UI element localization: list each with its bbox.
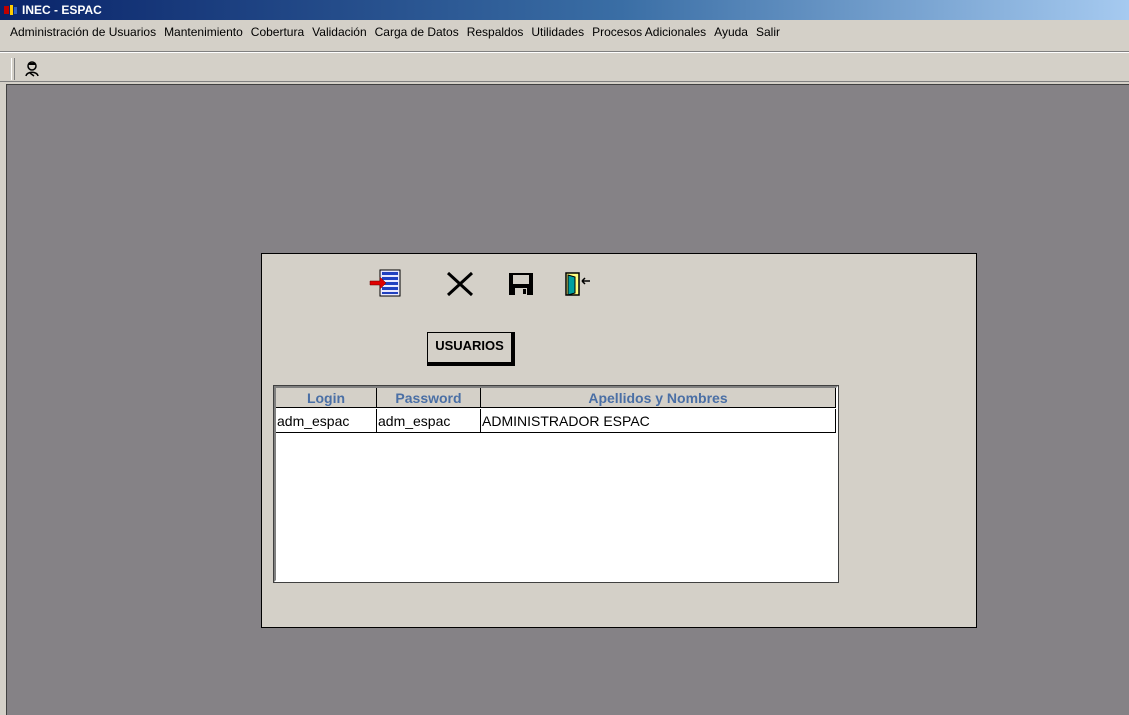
menu-respaldos[interactable]: Respaldos [463, 24, 528, 40]
menu-administracion-usuarios[interactable]: Administración de Usuarios [6, 24, 160, 40]
menu-mantenimiento[interactable]: Mantenimiento [160, 24, 247, 40]
mdi-workspace: USUARIOS Login Password Apellidos y Nomb… [6, 84, 1129, 715]
exit-door-icon[interactable] [560, 267, 596, 301]
save-floppy-icon[interactable] [504, 267, 540, 301]
usuarios-label: USUARIOS [427, 332, 515, 366]
grid-header: Login Password Apellidos y Nombres [276, 388, 836, 408]
column-header-login[interactable]: Login [276, 388, 377, 408]
user-admin-icon[interactable] [22, 59, 42, 79]
users-grid: Login Password Apellidos y Nombres adm_e… [273, 385, 839, 583]
toolbar-grip[interactable] [11, 58, 15, 80]
app-icon [4, 4, 18, 16]
menu-cobertura[interactable]: Cobertura [247, 24, 308, 40]
column-header-password[interactable]: Password [377, 388, 481, 408]
menu-carga-datos[interactable]: Carga de Datos [371, 24, 463, 40]
table-row[interactable]: adm_espac adm_espac ADMINISTRADOR ESPAC [276, 409, 836, 433]
menu-validacion[interactable]: Validación [308, 24, 370, 40]
column-header-apellidos-nombres[interactable]: Apellidos y Nombres [481, 388, 836, 408]
menu-ayuda[interactable]: Ayuda [710, 24, 752, 40]
menu-utilidades[interactable]: Utilidades [527, 24, 588, 40]
cell-login[interactable]: adm_espac [276, 409, 377, 433]
app-window: INEC - ESPAC Administración de Usuarios … [0, 0, 1129, 715]
toolbar [0, 52, 1129, 82]
delete-x-icon[interactable] [442, 267, 478, 301]
window-title: INEC - ESPAC [22, 3, 102, 17]
menu-bar: Administración de Usuarios Mantenimiento… [0, 20, 1129, 52]
title-bar: INEC - ESPAC [0, 0, 1129, 20]
cell-password[interactable]: adm_espac [377, 409, 481, 433]
menu-procesos-adicionales[interactable]: Procesos Adicionales [588, 24, 710, 40]
add-record-icon[interactable] [368, 267, 404, 301]
usuarios-form: USUARIOS Login Password Apellidos y Nomb… [261, 253, 977, 628]
menu-salir[interactable]: Salir [752, 24, 784, 40]
cell-apellidos-nombres[interactable]: ADMINISTRADOR ESPAC [481, 409, 836, 433]
